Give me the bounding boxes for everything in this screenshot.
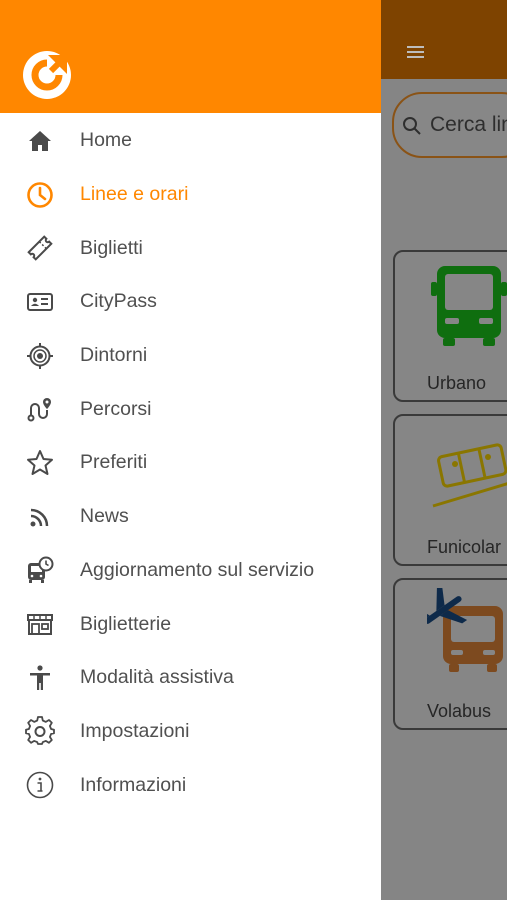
card-label-volabus: Volabus (427, 701, 492, 721)
store-icon (24, 608, 56, 640)
menu-item-home[interactable]: Home (0, 114, 381, 168)
menu-item-percorsi[interactable]: Percorsi (0, 382, 381, 436)
menu-label-linee-e-orari: Linee e orari (80, 183, 189, 206)
rss-icon (24, 501, 56, 533)
menu-item-impostazioni[interactable]: Impostazioni (0, 705, 381, 759)
info-icon (24, 769, 56, 801)
gear-icon (24, 715, 56, 747)
menu-label-informazioni: Informazioni (80, 773, 187, 796)
search-icon (403, 117, 421, 135)
menu-label-preferiti: Preferiti (80, 451, 148, 474)
menu-item-modalita-assistiva[interactable]: Modalità assistiva (0, 651, 381, 705)
menu-label-biglietti: Biglietti (80, 236, 143, 259)
menu-label-impostazioni: Impostazioni (80, 719, 190, 742)
menu-label-biglietterie: Biglietterie (80, 612, 172, 635)
airport-bus-icon (427, 588, 503, 672)
brand-logo-arrow-icon (23, 51, 71, 99)
menu-label-aggiornamento-servizio: Aggiornamento sul servizio (80, 558, 315, 581)
clock-icon (24, 179, 56, 211)
menu-label-percorsi: Percorsi (80, 397, 152, 420)
menu-label-news: News (80, 505, 129, 528)
funicular-icon (432, 443, 507, 508)
hamburger-icon[interactable] (405, 41, 427, 63)
menu-item-news[interactable]: News (0, 490, 381, 544)
menu-item-biglietti[interactable]: Biglietti (0, 221, 381, 275)
drawer-header (0, 0, 381, 113)
bus-icon (431, 266, 507, 346)
id-card-icon (24, 286, 56, 318)
drawer-menu: Home Linee e orari Biglietti CityPass Di… (0, 114, 381, 812)
menu-item-citypass[interactable]: CityPass (0, 275, 381, 329)
route-icon (24, 393, 56, 425)
star-icon (24, 447, 56, 479)
menu-item-linee-e-orari[interactable]: Linee e orari (0, 168, 381, 222)
menu-item-dintorni[interactable]: Dintorni (0, 329, 381, 383)
menu-item-aggiornamento-servizio[interactable]: Aggiornamento sul servizio (0, 544, 381, 598)
target-icon (24, 340, 56, 372)
ticket-icon (24, 232, 56, 264)
navigation-drawer: Home Linee e orari Biglietti CityPass Di… (0, 0, 381, 900)
card-label-funicolare: Funicolar (427, 537, 502, 557)
menu-label-citypass: CityPass (80, 290, 157, 313)
search-placeholder: Cerca lin (430, 113, 507, 136)
search-input[interactable]: Cerca lin (392, 92, 507, 158)
menu-label-modalita-assistiva: Modalità assistiva (80, 666, 234, 689)
menu-label-dintorni: Dintorni (80, 344, 148, 367)
card-label-urbano: Urbano (427, 373, 487, 393)
accessibility-icon (24, 662, 56, 694)
category-card-urbano[interactable]: Urbano (393, 250, 507, 402)
bus-clock-icon (24, 554, 56, 586)
menu-item-preferiti[interactable]: Preferiti (0, 436, 381, 490)
menu-item-informazioni[interactable]: Informazioni (0, 758, 381, 812)
category-card-volabus[interactable]: Volabus (393, 578, 507, 730)
menu-label-home: Home (80, 129, 133, 152)
category-card-funicolare[interactable]: Funicolar (393, 414, 507, 566)
menu-item-biglietterie[interactable]: Biglietterie (0, 597, 381, 651)
home-icon (24, 125, 56, 157)
